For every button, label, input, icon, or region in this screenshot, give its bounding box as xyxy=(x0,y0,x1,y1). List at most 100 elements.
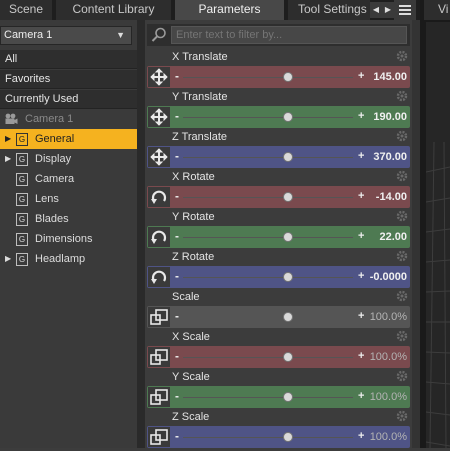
parameter-value[interactable]: 100.0% xyxy=(370,346,407,368)
gear-icon[interactable] xyxy=(396,50,408,62)
property-group-icon: G xyxy=(16,153,28,166)
tree-item-display[interactable]: ▶ G Display xyxy=(0,149,137,169)
node-header: Camera 1 xyxy=(0,110,137,128)
tree-item-headlamp[interactable]: ▶ G Headlamp xyxy=(0,249,137,269)
node-selector-value: Camera 1 xyxy=(4,29,53,41)
panel-divider[interactable] xyxy=(137,20,145,448)
decrement-button[interactable]: - xyxy=(175,346,179,366)
parameter-value[interactable]: 145.00 xyxy=(373,66,407,88)
tree-item-lens[interactable]: G Lens xyxy=(0,189,137,209)
scale-icon xyxy=(148,347,170,367)
parameter-x-rotate: X Rotate - + -14.00 xyxy=(147,170,410,210)
parameter-value[interactable]: 100.0% xyxy=(370,306,407,328)
tree-item-camera[interactable]: G Camera xyxy=(0,169,137,189)
panel-scrollbar[interactable] xyxy=(412,20,420,448)
gear-icon[interactable] xyxy=(396,290,408,302)
parameter-y-rotate: Y Rotate - +22.00 xyxy=(147,210,410,250)
filter-favorites[interactable]: Favorites xyxy=(0,70,137,89)
tab-content-library[interactable]: Content Library xyxy=(56,0,171,20)
parameter-value[interactable]: 100.0% xyxy=(370,426,407,448)
tree-item-label: General xyxy=(35,133,75,145)
expand-arrow-icon[interactable]: ▶ xyxy=(5,149,11,169)
expand-arrow-icon[interactable]: ▶ xyxy=(5,129,11,149)
tab-viewport[interactable]: Vi xyxy=(424,0,450,20)
node-selector-dropdown[interactable]: Camera 1 ▼ xyxy=(0,26,132,45)
gear-icon[interactable] xyxy=(396,410,408,422)
tab-scroll-right-icon[interactable]: ▶ xyxy=(382,2,394,18)
parameter-value[interactable]: -14.00 xyxy=(376,186,407,208)
parameter-value[interactable]: 190.00 xyxy=(373,106,407,128)
increment-button[interactable]: + xyxy=(358,106,364,126)
gear-icon[interactable] xyxy=(396,370,408,382)
increment-button[interactable]: + xyxy=(358,266,364,286)
parameter-value[interactable]: 22.00 xyxy=(379,226,407,248)
expand-arrow-icon[interactable]: ▶ xyxy=(5,249,11,269)
panel-menu-icon[interactable] xyxy=(394,0,416,20)
increment-button[interactable]: + xyxy=(358,306,364,326)
decrement-button[interactable]: - xyxy=(175,106,179,126)
parameter-value[interactable]: 370.00 xyxy=(373,146,407,168)
parameter-label: Y Translate xyxy=(172,91,228,103)
scale-icon xyxy=(148,387,170,407)
slider-track xyxy=(183,77,353,78)
gear-icon[interactable] xyxy=(396,130,408,142)
gear-icon[interactable] xyxy=(396,90,408,102)
parameter-filter-input[interactable] xyxy=(171,26,407,44)
tab-scroll-left-icon[interactable]: ◀ xyxy=(370,2,382,18)
decrement-button[interactable]: - xyxy=(175,306,179,326)
increment-button[interactable]: + xyxy=(358,386,364,406)
parameter-label: Y Rotate xyxy=(172,211,215,223)
tab-parameters[interactable]: Parameters xyxy=(175,0,284,20)
slider-track xyxy=(183,117,353,118)
decrement-button[interactable]: - xyxy=(175,266,179,286)
decrement-button[interactable]: - xyxy=(175,186,179,206)
tree-item-label: Blades xyxy=(35,213,69,225)
property-group-icon: G xyxy=(16,193,28,206)
filter-currently-used[interactable]: Currently Used xyxy=(0,90,137,109)
node-title: Camera 1 xyxy=(25,113,74,125)
camera-icon xyxy=(5,113,18,124)
parameter-value[interactable]: -0.0000 xyxy=(370,266,407,288)
decrement-button[interactable]: - xyxy=(175,426,179,446)
move-icon xyxy=(148,107,170,127)
parameter-label: Y Scale xyxy=(172,371,210,383)
increment-button[interactable]: + xyxy=(358,226,364,246)
rotate-icon xyxy=(148,267,170,287)
increment-button[interactable]: + xyxy=(358,66,364,86)
search-icon[interactable] xyxy=(150,26,168,44)
decrement-button[interactable]: - xyxy=(175,146,179,166)
decrement-button[interactable]: - xyxy=(175,386,179,406)
parameter-z-scale: Z Scale - +100.0% xyxy=(147,410,410,450)
viewport-grid-lines xyxy=(425,141,450,449)
parameter-y-translate: Y Translate - +190.00 xyxy=(147,90,410,130)
increment-button[interactable]: + xyxy=(358,186,364,206)
parameter-x-translate: X Translate - +145.00 xyxy=(147,50,410,90)
panel-tab-bar: Scene Content Library Parameters Tool Se… xyxy=(0,0,450,20)
chevron-down-icon: ▼ xyxy=(116,30,125,40)
tree-item-dimensions[interactable]: G Dimensions xyxy=(0,229,137,249)
increment-button[interactable]: + xyxy=(358,146,364,166)
increment-button[interactable]: + xyxy=(358,426,364,446)
gear-icon[interactable] xyxy=(396,330,408,342)
decrement-button[interactable]: - xyxy=(175,66,179,86)
tab-tool-settings[interactable]: Tool Settings xyxy=(288,0,370,20)
property-group-icon: G xyxy=(16,233,28,246)
parameter-scale: Scale - +100.0% xyxy=(147,290,410,330)
viewport-canvas[interactable] xyxy=(425,22,450,449)
gear-icon[interactable] xyxy=(396,170,408,182)
filter-all[interactable]: All xyxy=(0,50,137,69)
parameter-label: Z Translate xyxy=(172,131,228,143)
tree-item-general[interactable]: ▶ G General xyxy=(0,129,137,149)
rotate-icon xyxy=(148,227,170,247)
gear-icon[interactable] xyxy=(396,250,408,262)
decrement-button[interactable]: - xyxy=(175,226,179,246)
gear-icon[interactable] xyxy=(396,210,408,222)
slider-track xyxy=(183,197,353,198)
scale-icon xyxy=(148,427,170,447)
parameter-value[interactable]: 100.0% xyxy=(370,386,407,408)
tab-scene[interactable]: Scene xyxy=(0,0,52,20)
increment-button[interactable]: + xyxy=(358,346,364,366)
tree-item-blades[interactable]: G Blades xyxy=(0,209,137,229)
tree-item-label: Dimensions xyxy=(35,233,93,245)
property-group-icon: G xyxy=(16,133,28,146)
